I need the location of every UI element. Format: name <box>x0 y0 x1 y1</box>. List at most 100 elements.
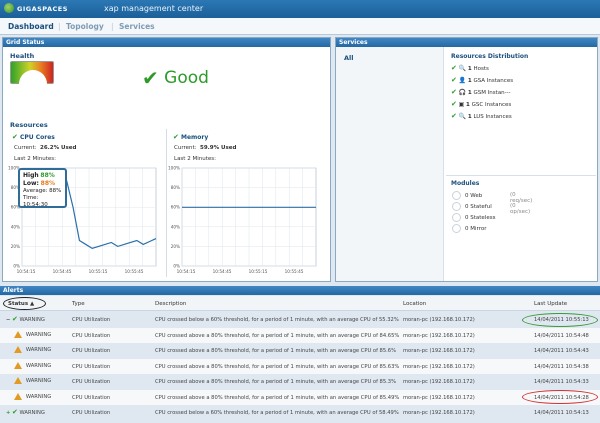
tab-separator: | <box>111 22 114 31</box>
alert-last-update: 14/04/2011 10:54:48 <box>534 332 589 339</box>
health-status-text: Good <box>164 68 209 88</box>
alert-status: WARNING <box>6 346 51 353</box>
alert-status-text: WARNING <box>25 362 52 369</box>
column-type[interactable]: Type <box>72 301 85 307</box>
column-last-update[interactable]: Last Update <box>534 301 567 307</box>
module-label: Web <box>470 193 483 199</box>
module-label: Stateless <box>470 215 496 221</box>
alert-status-text: WARNING <box>19 317 45 323</box>
services-header: Services <box>336 38 597 47</box>
health-status: ✔ Good <box>142 64 209 90</box>
alert-description: CPU crossed above a 80% threshold, for a… <box>155 363 400 370</box>
alert-type: CPU Utilization <box>72 332 111 339</box>
distribution-count: 1 <box>467 114 472 120</box>
alert-row[interactable]: − ✔ WARNING CPU Utilization CPU crossed be… <box>0 312 600 327</box>
y-tick-label: 100% <box>168 166 180 171</box>
alert-last-update: 14/04/2011 10:54:33 <box>534 379 589 385</box>
alert-type: CPU Utilization <box>72 394 111 401</box>
distribution-count: 1 <box>467 78 472 84</box>
tooltip-low-label: Low: <box>23 180 39 187</box>
resources-label: Resources <box>10 121 48 129</box>
memory-current-value: 59.9% Used <box>200 145 237 151</box>
alerts-table-header: Status ▲ Type Description Location Last … <box>0 296 600 311</box>
check-icon: ✔ <box>142 66 159 90</box>
memory-title-text: Memory <box>180 134 209 141</box>
expand-icon[interactable]: + <box>6 410 10 416</box>
module-item[interactable]: 0 Stateful (0 op/sec) <box>452 202 530 215</box>
x-tick-label: 10:54:45 <box>213 269 232 274</box>
alert-row[interactable]: WARNING CPU Utilization CPU crossed above … <box>0 358 600 374</box>
alert-location: moran-pc (192.168.10.172) <box>403 379 475 385</box>
alert-row[interactable]: + ✔ WARNING CPU Utilization CPU crossed be… <box>0 405 600 420</box>
column-description[interactable]: Description <box>155 301 186 307</box>
title-bar: GIGASPACES xap management center <box>0 0 600 18</box>
x-tick-label: 10:55:15 <box>89 269 108 274</box>
highlighted-update-circle <box>522 390 598 404</box>
distribution-item[interactable]: ✔ 🔍 1 LUS Instances <box>451 112 512 120</box>
search-icon: 🔍 <box>458 65 467 72</box>
grid-status-header: Grid Status <box>3 38 330 47</box>
warning-icon <box>14 392 23 400</box>
alert-status: WARNING <box>6 377 51 384</box>
distribution-item[interactable]: ✔ 🎧 1 GSM Instan--- <box>451 88 511 96</box>
alert-location: moran-pc (192.168.10.172) <box>403 394 475 401</box>
alert-row[interactable]: WARNING CPU Utilization CPU crossed above … <box>0 343 600 358</box>
warning-icon <box>14 330 23 338</box>
alert-last-update: 14/04/2011 10:54:43 <box>534 348 589 354</box>
alert-type: CPU Utilization <box>72 348 111 354</box>
cpu-title-text: CPU Cores <box>19 134 55 141</box>
x-tick-label: 10:55:45 <box>285 269 304 274</box>
main-tabs: Dashboard | Topology | Services <box>0 18 600 35</box>
alert-status: WARNING <box>6 330 51 338</box>
warning-icon <box>14 346 23 353</box>
alert-location: moran-pc (192.168.10.172) <box>403 363 475 370</box>
distribution-item[interactable]: ✔ 🔍 1 Hosts <box>451 64 489 72</box>
alert-type: CPU Utilization <box>72 410 111 416</box>
distribution-item[interactable]: ✔ 👤 1 GSA Instances <box>451 76 513 84</box>
x-tick-label: 10:55:45 <box>125 269 144 274</box>
x-tick-label: 10:55:15 <box>249 269 268 274</box>
cpu-current-label: Current: <box>14 145 37 151</box>
alert-description: CPU crossed below a 60% threshold, for a… <box>155 410 399 416</box>
tooltip-time: Time: 10:54:30 <box>23 195 48 208</box>
alert-status-text: WARNING <box>25 378 52 384</box>
warning-icon <box>14 361 23 369</box>
distribution-count: 1 <box>466 102 470 108</box>
alert-location: moran-pc (192.168.10.172) <box>403 317 475 323</box>
distribution-count: 1 <box>467 90 472 96</box>
distribution-item[interactable]: ✔ ▣ 1 GSC Instances <box>451 100 511 108</box>
alert-row[interactable]: WARNING CPU Utilization CPU crossed above … <box>0 389 600 405</box>
check-icon: ✔ <box>12 133 18 141</box>
module-item[interactable]: 0 Web (0 req/sec) <box>452 191 532 204</box>
cpu-title: ✔ CPU Cores <box>12 133 55 141</box>
tooltip-high-value: 88% <box>40 172 55 179</box>
column-location[interactable]: Location <box>403 301 426 307</box>
check-icon: ✔ <box>12 408 18 416</box>
services-all-item[interactable]: All <box>344 54 354 62</box>
distribution-label: GSA Instances <box>473 78 514 84</box>
check-icon: ✔ <box>173 133 179 141</box>
module-rate: (0 op/sec) <box>510 203 531 215</box>
module-item[interactable]: 0 Mirror <box>452 224 486 233</box>
alert-location: moran-pc (192.168.10.172) <box>403 410 475 416</box>
collapse-icon[interactable]: − <box>6 317 10 323</box>
module-item[interactable]: 0 Stateless <box>452 213 495 222</box>
y-tick-label: 20% <box>11 244 20 249</box>
alert-status: + ✔ WARNING <box>6 408 45 416</box>
alert-row[interactable]: WARNING CPU Utilization CPU crossed above … <box>0 327 600 343</box>
memory-chart: 100% 80% 60% 40% 20% 0%10:54:15 10:54:45 10:55:… <box>168 166 317 274</box>
check-icon: ✔ <box>12 315 18 323</box>
alert-status: WARNING <box>6 361 52 369</box>
brand-name: GIGASPACES <box>17 5 68 13</box>
tab-dashboard[interactable]: Dashboard <box>8 22 54 31</box>
y-tick-label: 0% <box>173 264 180 269</box>
module-circle-icon <box>452 191 461 200</box>
tooltip-low: Low: 88% <box>23 180 62 188</box>
alert-row[interactable]: WARNING CPU Utilization CPU crossed above … <box>0 374 600 389</box>
tab-topology[interactable]: Topology <box>66 22 104 31</box>
health-label: Health <box>10 52 35 60</box>
memory-current: Current: 59.9% Used <box>174 145 236 151</box>
alert-location: moran-pc (192.168.10.172) <box>403 332 475 339</box>
y-tick-label: 20% <box>171 244 180 249</box>
tab-services[interactable]: Services <box>119 22 155 31</box>
